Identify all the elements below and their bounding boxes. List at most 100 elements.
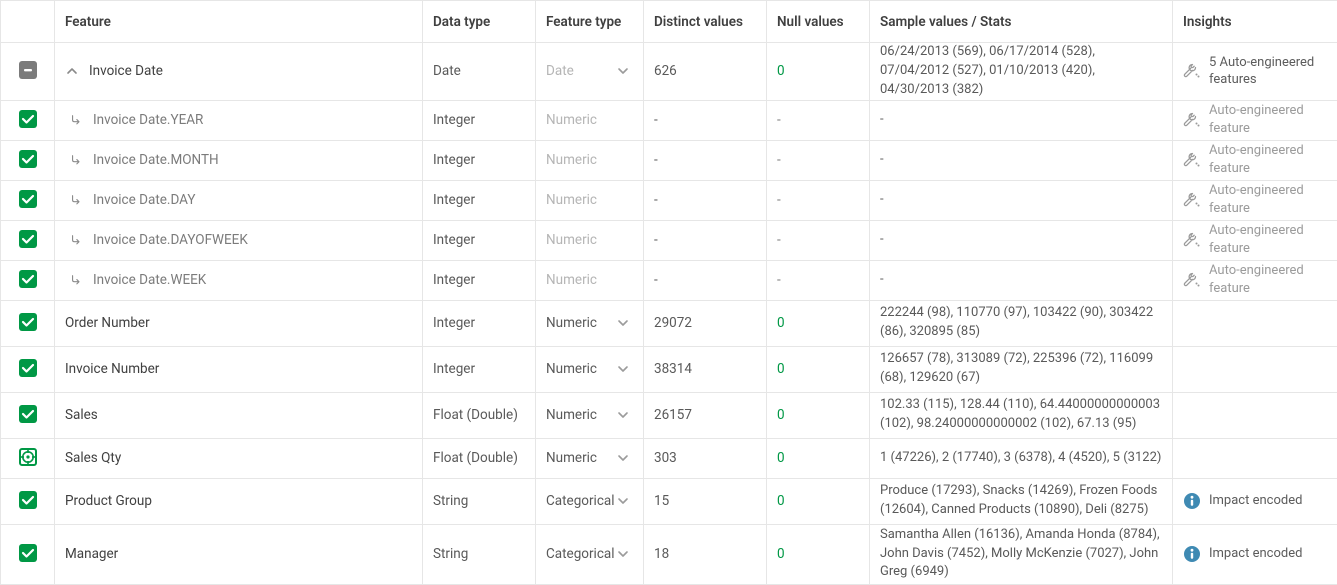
insights-cell: Auto-engineered feature [1173,140,1337,180]
col-header-datatype[interactable]: Data type [423,1,536,43]
checkbox-checked-icon[interactable] [19,544,37,562]
checkbox-checked-icon[interactable] [19,230,37,248]
datatype-cell: Date [423,43,536,101]
featuretype-cell[interactable]: Numeric [536,346,644,392]
feature-cell[interactable]: Sales Qty [55,438,423,478]
sample-value: - [880,152,884,167]
distinct-cell: - [644,180,767,220]
checkbox-cell[interactable] [1,438,55,478]
child-arrow-icon [69,153,83,167]
datatype-value: Float (Double) [433,407,518,423]
feature-cell[interactable]: Manager [55,524,423,584]
chevron-down-icon[interactable] [615,492,632,510]
featuretype-value: Date [546,63,574,79]
featuretype-value: Numeric [546,152,597,168]
col-header-nulls[interactable]: Null values [767,1,870,43]
col-header-insights[interactable]: Insights [1173,1,1337,43]
sample-value: 126657 (78), 313089 (72), 225396 (72), 1… [880,351,1153,385]
sample-cell: 222244 (98), 110770 (97), 103422 (90), 3… [870,300,1173,346]
chevron-down-icon[interactable] [614,314,632,332]
feature-cell[interactable]: Invoice Date.YEAR [55,100,423,140]
sample-value: 222244 (98), 110770 (97), 103422 (90), 3… [880,305,1153,339]
chevron-down-icon[interactable] [614,449,632,467]
nulls-cell: - [767,220,870,260]
target-icon[interactable] [19,448,37,466]
checkbox-indeterminate-icon[interactable] [19,61,37,79]
datatype-value: Integer [433,361,475,377]
checkbox-cell[interactable] [1,478,55,524]
col-header-distinct[interactable]: Distinct values [644,1,767,43]
checkbox-cell[interactable] [1,260,55,300]
featuretype-cell[interactable]: Numeric [536,438,644,478]
checkbox-checked-icon[interactable] [19,359,37,377]
checkbox-checked-icon[interactable] [19,313,37,331]
wrench-icon [1183,151,1201,169]
feature-cell[interactable]: Invoice Date.MONTH [55,140,423,180]
sample-value: - [880,272,884,287]
featuretype-value: Numeric [546,315,597,331]
checkbox-cell[interactable] [1,392,55,438]
checkbox-cell[interactable] [1,220,55,260]
col-header-sample[interactable]: Sample values / Stats [870,1,1173,43]
checkbox-checked-icon[interactable] [19,110,37,128]
checkbox-cell[interactable] [1,140,55,180]
checkbox-checked-icon[interactable] [19,491,37,509]
table-row: Product GroupStringCategorical150Produce… [1,478,1337,524]
feature-cell[interactable]: Invoice Date [55,43,423,101]
distinct-cell: - [644,140,767,180]
checkbox-checked-icon[interactable] [19,270,37,288]
featuretype-cell: Numeric [536,100,644,140]
featuretype-cell[interactable]: Date [536,43,644,101]
featuretype-cell[interactable]: Numeric [536,300,644,346]
feature-name: Invoice Date [89,63,163,79]
checkbox-checked-icon[interactable] [19,190,37,208]
insights-cell [1173,300,1337,346]
featuretype-cell[interactable]: Categorical [536,524,644,584]
chevron-down-icon[interactable] [614,360,632,378]
datatype-cell: Integer [423,220,536,260]
featuretype-cell[interactable]: Numeric [536,392,644,438]
distinct-value: 29072 [654,315,692,331]
chevron-down-icon[interactable] [615,545,632,563]
col-header-feature[interactable]: Feature [55,1,423,43]
table-row: Order NumberIntegerNumeric290720222244 (… [1,300,1337,346]
chevron-down-icon[interactable] [614,62,632,80]
checkbox-checked-icon[interactable] [19,150,37,168]
table-row: Invoice DateDateDate626006/24/2013 (569)… [1,43,1337,101]
featuretype-cell: Numeric [536,220,644,260]
checkbox-checked-icon[interactable] [19,405,37,423]
distinct-cell: 38314 [644,346,767,392]
distinct-value: - [654,112,658,128]
feature-cell[interactable]: Invoice Date.WEEK [55,260,423,300]
feature-cell[interactable]: Order Number [55,300,423,346]
sample-cell: Produce (17293), Snacks (14269), Frozen … [870,478,1173,524]
featuretype-cell: Numeric [536,260,644,300]
checkbox-cell[interactable] [1,346,55,392]
checkbox-cell[interactable] [1,300,55,346]
featuretype-value: Numeric [546,112,597,128]
checkbox-cell[interactable] [1,43,55,101]
feature-cell[interactable]: Invoice Number [55,346,423,392]
child-arrow-icon [69,113,83,127]
datatype-cell: String [423,478,536,524]
datatype-cell: Integer [423,140,536,180]
checkbox-cell[interactable] [1,524,55,584]
feature-cell[interactable]: Invoice Date.DAYOFWEEK [55,220,423,260]
feature-cell[interactable]: Invoice Date.DAY [55,180,423,220]
table-row: Invoice Date.WEEKIntegerNumeric---Auto-e… [1,260,1337,300]
checkbox-cell[interactable] [1,180,55,220]
table-row: Sales QtyFloat (Double)Numeric30301 (472… [1,438,1337,478]
child-arrow-icon [69,233,83,247]
feature-cell[interactable]: Sales [55,392,423,438]
distinct-value: - [654,232,658,248]
collapse-caret-icon[interactable] [65,64,79,78]
col-header-featuretype[interactable]: Feature type [536,1,644,43]
distinct-value: - [654,152,658,168]
checkbox-cell[interactable] [1,100,55,140]
distinct-value: - [654,192,658,208]
featuretype-value: Numeric [546,407,597,423]
nulls-value: 0 [777,361,785,377]
chevron-down-icon[interactable] [614,406,632,424]
featuretype-cell[interactable]: Categorical [536,478,644,524]
feature-cell[interactable]: Product Group [55,478,423,524]
